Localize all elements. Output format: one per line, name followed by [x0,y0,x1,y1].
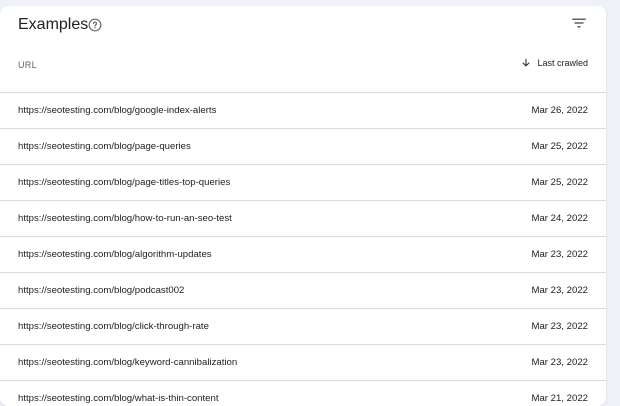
row-date: Mar 26, 2022 [531,105,588,116]
row-url[interactable]: https://seotesting.com/blog/page-titles-… [18,177,230,188]
table-row[interactable]: https://seotesting.com/blog/page-titles-… [0,165,606,201]
row-url[interactable]: https://seotesting.com/blog/page-queries [18,141,191,152]
card-title: Examples [18,16,89,33]
filter-list-icon[interactable] [570,14,588,32]
table-row[interactable]: https://seotesting.com/blog/what-is-thin… [0,381,606,406]
table-row[interactable]: https://seotesting.com/blog/google-index… [0,93,606,129]
table-body: https://seotesting.com/blog/google-index… [0,93,606,406]
table-row[interactable]: https://seotesting.com/blog/page-queries… [0,129,606,165]
card-header: Examples [0,6,606,44]
row-url[interactable]: https://seotesting.com/blog/podcast002 [18,285,184,296]
row-date: Mar 21, 2022 [531,393,588,404]
table-row[interactable]: https://seotesting.com/blog/keyword-cann… [0,345,606,381]
row-date: Mar 25, 2022 [531,141,588,152]
table-row[interactable]: https://seotesting.com/blog/podcast002 M… [0,273,606,309]
row-date: Mar 23, 2022 [531,321,588,332]
last-crawled-label: Last crawled [537,58,588,68]
row-date: Mar 23, 2022 [531,249,588,260]
row-url[interactable]: https://seotesting.com/blog/how-to-run-a… [18,213,232,224]
row-url[interactable]: https://seotesting.com/blog/what-is-thin… [18,393,219,404]
row-date: Mar 24, 2022 [531,213,588,224]
row-date: Mar 25, 2022 [531,177,588,188]
table-row[interactable]: https://seotesting.com/blog/click-throug… [0,309,606,345]
row-url[interactable]: https://seotesting.com/blog/keyword-cann… [18,357,237,368]
table-row[interactable]: https://seotesting.com/blog/how-to-run-a… [0,201,606,237]
last-crawled-column-header[interactable]: Last crawled [521,58,588,68]
table-header: URL Last crawled [0,44,606,93]
row-url[interactable]: https://seotesting.com/blog/google-index… [18,105,216,116]
help-circle-icon[interactable] [88,18,102,32]
url-column-header[interactable]: URL [18,60,37,70]
examples-card: Examples URL Last crawled https://seotes… [0,6,606,406]
row-url[interactable]: https://seotesting.com/blog/click-throug… [18,321,209,332]
row-date: Mar 23, 2022 [531,357,588,368]
arrow-downward-icon [523,58,530,67]
row-url[interactable]: https://seotesting.com/blog/algorithm-up… [18,249,212,260]
table-row[interactable]: https://seotesting.com/blog/algorithm-up… [0,237,606,273]
row-date: Mar 23, 2022 [531,285,588,296]
